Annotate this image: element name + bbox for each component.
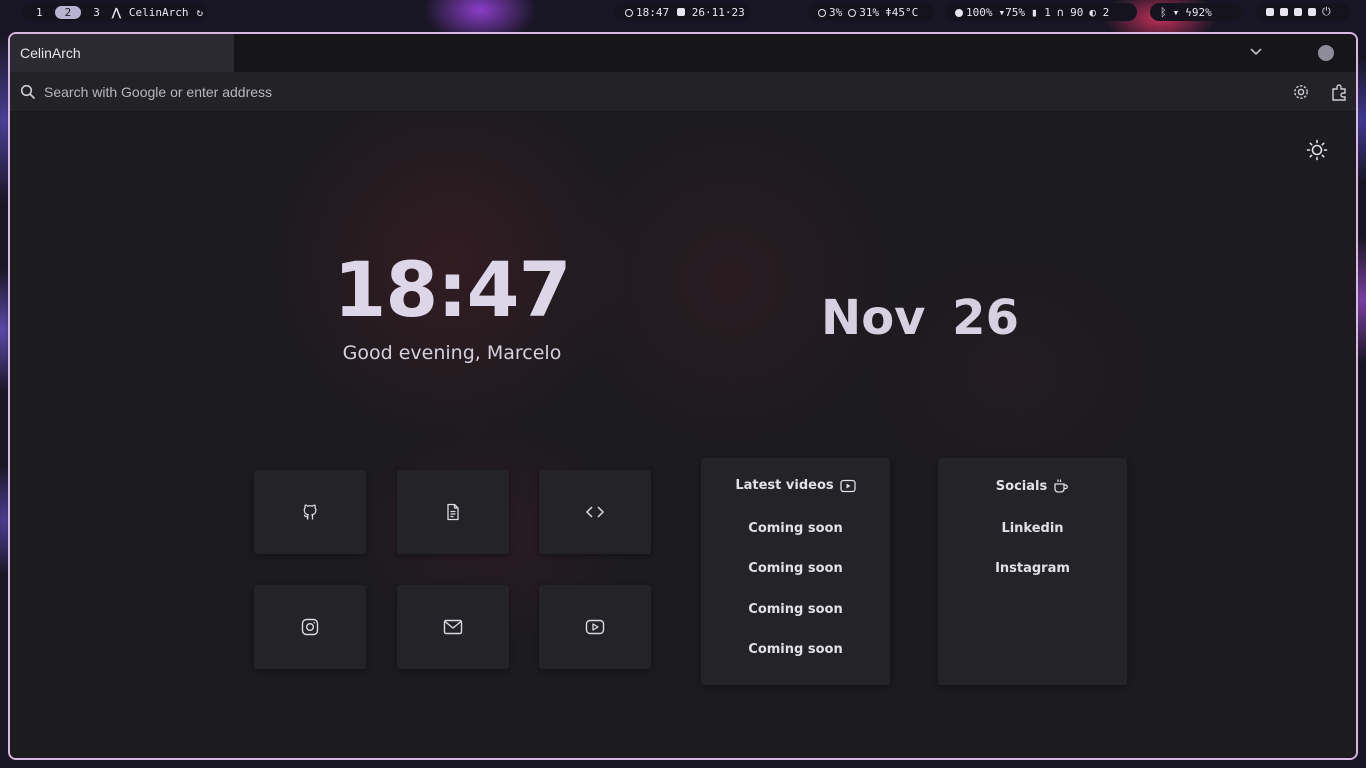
github-icon (303, 504, 317, 520)
reload-icon[interactable]: ↻ (197, 6, 204, 19)
battery-icon: ϟ (1185, 5, 1192, 19)
headphones-icon: ∩ (1056, 5, 1064, 19)
github-tile[interactable] (254, 470, 366, 554)
play-icon (839, 479, 856, 492)
app-tray-icon-2[interactable] (1280, 8, 1288, 16)
memory-icon (848, 8, 857, 17)
document-tile[interactable] (397, 470, 509, 554)
chevron-down-icon[interactable] (1250, 46, 1262, 58)
arch-logo-icon: ⋀ (111, 5, 121, 19)
bar-date: 26·11·23 (691, 5, 745, 19)
battery-level: 92% (1191, 5, 1212, 19)
code-icon (585, 506, 605, 518)
youtube-icon (585, 619, 605, 635)
media-stats: 100% ▾75% ▮ 1 ∩ 90 ◐ 2 (945, 3, 1137, 21)
headphones-volume: 90 (1070, 5, 1084, 19)
video-link-3[interactable]: Coming soon (701, 602, 890, 617)
bar-time: 18:47 (636, 5, 670, 19)
status-bar: 1 2 3 ⋀ CelinArch ↻ 18:47 26·11·23 3% 31… (0, 0, 1366, 24)
workspace-3[interactable]: 3 (89, 6, 104, 19)
new-tab-page: 18:47 Good evening, Marcelo Nov 26 Lates… (10, 112, 1356, 758)
workspace-switcher: 1 2 3 ⋀ CelinArch ↻ (22, 3, 207, 21)
latest-videos-card: Latest videos Coming soon Coming soon Co… (701, 458, 890, 685)
volume: 75% (1005, 5, 1025, 19)
address-bar (10, 72, 1356, 112)
video-link-1[interactable]: Coming soon (701, 521, 890, 536)
greeting-text: Good evening, Marcelo (342, 342, 562, 364)
tray: ⏻ (1256, 3, 1350, 21)
socials-card: Socials Linkedin Instagram (938, 458, 1127, 685)
coffee-cup-icon (1054, 479, 1069, 493)
sun-icon[interactable] (1306, 139, 1328, 161)
mic-icon: ▮ (1031, 5, 1038, 19)
gear-icon[interactable] (1292, 83, 1310, 101)
clock-icon (625, 8, 633, 17)
social-link-instagram[interactable]: Instagram (938, 561, 1127, 576)
search-icon (20, 84, 36, 100)
notification-count: 2 (1102, 5, 1110, 19)
browser-tab[interactable]: CelinArch (10, 34, 234, 72)
memory-usage: 31% (859, 5, 880, 19)
power-icon[interactable]: ⏻ (1322, 5, 1331, 19)
cpu-icon (818, 8, 826, 17)
mail-tile[interactable] (397, 585, 509, 669)
clock-display: 18:47 (333, 245, 572, 334)
cpu-usage: 3% (829, 5, 843, 19)
tab-bar: CelinArch (10, 34, 1356, 72)
date-display: Nov 26 (821, 290, 1019, 346)
url-input[interactable] (44, 82, 744, 102)
wifi-icon[interactable]: ▾ (1173, 6, 1180, 19)
socials-header: Socials (938, 478, 1127, 494)
app-tray-icon-1[interactable] (1266, 8, 1274, 16)
workspace-2[interactable]: 2 (54, 5, 82, 19)
brightness-icon (955, 8, 963, 17)
brightness: 100% (966, 5, 993, 19)
extensions-icon[interactable] (1330, 83, 1348, 101)
socials-title: Socials (995, 478, 1048, 494)
notification-icon[interactable]: ◐ (1089, 6, 1096, 19)
youtube-tile[interactable] (539, 585, 651, 669)
latest-videos-header: Latest videos (701, 478, 890, 493)
calendar-icon (677, 7, 686, 16)
workspace-1[interactable]: 1 (32, 6, 47, 19)
bluetooth-icon[interactable]: ᛒ (1160, 6, 1167, 19)
tab-title: CelinArch (20, 45, 81, 61)
app-tray-icon-4[interactable] (1308, 8, 1316, 16)
video-link-4[interactable]: Coming soon (701, 642, 890, 657)
mail-icon (443, 619, 463, 635)
connectivity: ᛒ ▾ ϟ92% (1150, 3, 1244, 21)
hostname: CelinArch (128, 5, 189, 19)
app-tray-icon-3[interactable] (1294, 8, 1302, 16)
temperature: 45°C (891, 5, 919, 19)
code-tile[interactable] (539, 470, 651, 554)
browser-window: CelinArch 18:47 (8, 32, 1358, 760)
document-icon (447, 503, 459, 521)
mic-count: 1 (1044, 5, 1051, 19)
video-link-2[interactable]: Coming soon (701, 561, 890, 576)
instagram-tile[interactable] (254, 585, 366, 669)
social-link-linkedin[interactable]: Linkedin (938, 521, 1127, 536)
window-close-button[interactable] (1318, 45, 1334, 61)
thermometer-icon: ǂ (885, 5, 892, 19)
latest-videos-title: Latest videos (735, 478, 834, 493)
instagram-icon (301, 618, 319, 636)
clock-widget: 18:47 26·11·23 (615, 3, 750, 21)
system-stats: 3% 31% ǂ45°C (808, 3, 934, 21)
